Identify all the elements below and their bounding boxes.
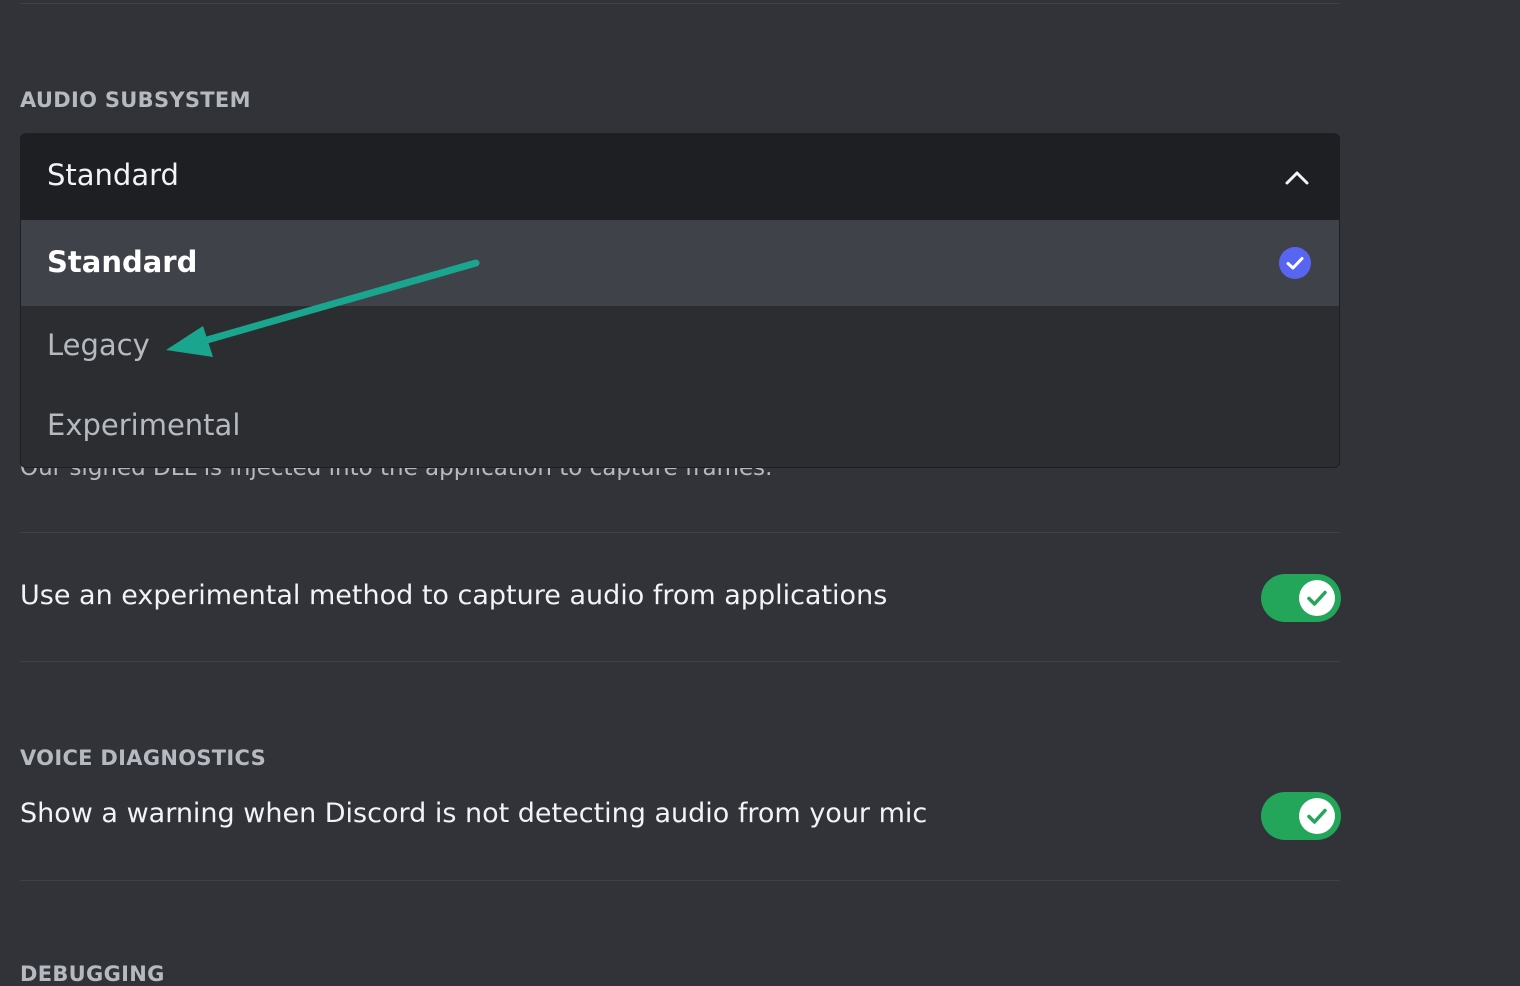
experimental-audio-label: Use an experimental method to capture au… [20,580,888,611]
mic-warning-label: Show a warning when Discord is not detec… [20,798,928,829]
voice-diagnostics-title: VOICE DIAGNOSTICS [20,746,267,770]
top-divider [20,3,1340,4]
experimental-audio-toggle[interactable] [1261,574,1341,622]
check-icon [1279,247,1311,279]
audio-subsystem-title: AUDIO SUBSYSTEM [20,88,251,112]
toggle-check-icon [1299,580,1335,616]
audio-subsystem-current-value: Standard [47,158,179,192]
toggle-check-icon [1299,798,1335,834]
option-legacy-label: Legacy [47,328,150,362]
audio-subsystem-select[interactable]: Standard [21,134,1339,220]
debugging-title: DEBUGGING [20,962,165,986]
mic-warning-toggle[interactable] [1261,792,1341,840]
option-experimental-label: Experimental [47,408,241,442]
divider [20,661,1340,662]
option-standard[interactable]: Standard [21,220,1339,306]
option-experimental[interactable]: Experimental [21,386,1339,467]
option-legacy[interactable]: Legacy [21,306,1339,386]
audio-subsystem-dropdown[interactable]: Standard Standard Legacy Experimental [20,133,1340,468]
divider [20,532,1340,533]
chevron-up-icon[interactable] [1283,164,1311,196]
divider [20,880,1340,881]
option-standard-label: Standard [47,245,198,279]
